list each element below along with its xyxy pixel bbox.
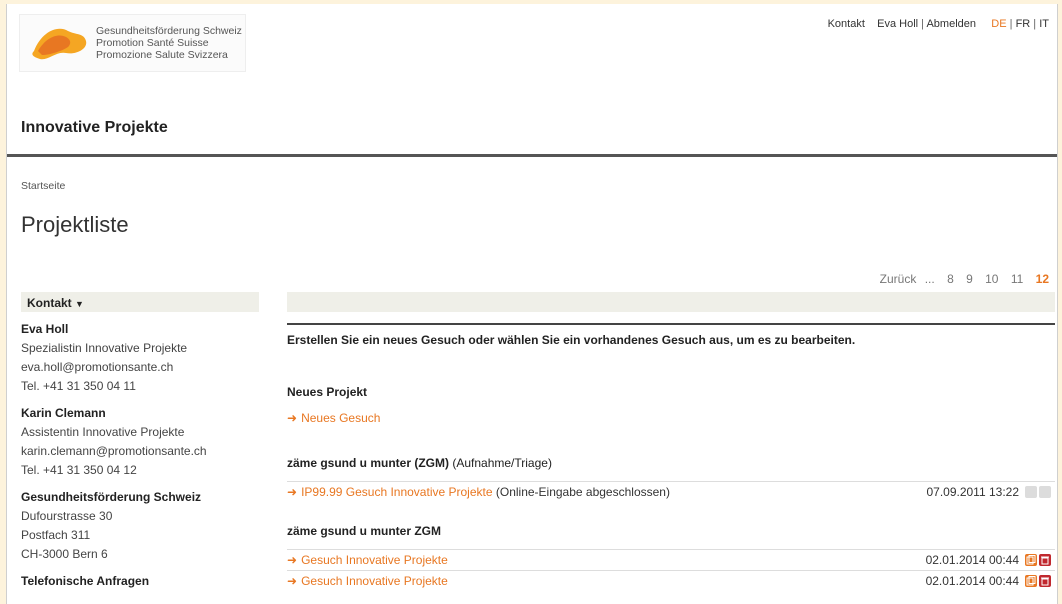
request-date: 02.01.2014 00:44 bbox=[925, 553, 1019, 567]
contact-role: Assistentin Innovative Projekte bbox=[21, 425, 185, 439]
request-row: ➜ IP99.99 Gesuch Innovative Projekte (Onl… bbox=[287, 481, 1055, 502]
copy-icon[interactable] bbox=[1025, 575, 1037, 587]
org-po-box: Postfach 311 bbox=[21, 528, 91, 542]
contact-phone: Tel. +41 31 350 04 12 bbox=[21, 463, 137, 477]
intro-text: Erstellen Sie ein neues Gesuch oder wähl… bbox=[287, 323, 1055, 347]
project-list-panel: Erstellen Sie ein neues Gesuch oder wähl… bbox=[287, 292, 1055, 591]
phone-inquiries-title: Telefonische Anfragen bbox=[21, 574, 150, 588]
arrow-right-icon: ➜ bbox=[287, 411, 298, 425]
logo-text: Gesundheitsförderung Schweiz Promotion S… bbox=[96, 25, 242, 61]
user-name: Eva Holl bbox=[877, 18, 919, 30]
trash-icon[interactable] bbox=[1039, 575, 1051, 587]
app-title: Innovative Projekte bbox=[21, 119, 168, 136]
contact-role: Spezialistin Innovative Projekte bbox=[21, 341, 188, 355]
request-date: 02.01.2014 00:44 bbox=[925, 574, 1019, 588]
request-link[interactable]: Gesuch Innovative Projekte bbox=[301, 574, 448, 588]
group-name: zäme gsund u munter (ZGM) bbox=[287, 456, 449, 470]
logo-icon bbox=[32, 28, 87, 60]
logout-link[interactable]: Abmelden bbox=[926, 18, 976, 30]
contact-name: Eva Holl bbox=[21, 322, 69, 336]
contact-person: Eva Holl Spezialistin Innovative Projekt… bbox=[21, 320, 259, 396]
top-links: Kontakt Eva Holl | Abmelden DE | FR | IT bbox=[828, 18, 1049, 30]
pager-page[interactable]: 10 bbox=[985, 272, 998, 286]
org-street: Dufourstrasse 30 bbox=[21, 509, 113, 523]
contact-email[interactable]: eva.holl@promotionsante.ch bbox=[21, 358, 259, 377]
lang-de-link[interactable]: DE bbox=[991, 18, 1006, 30]
header: Gesundheitsförderung Schweiz Promotion S… bbox=[7, 4, 1057, 157]
contact-person: Karin Clemann Assistentin Innovative Pro… bbox=[21, 404, 259, 480]
breadcrumb-home[interactable]: Startseite bbox=[21, 180, 65, 192]
phone-inquiries: Telefonische Anfragen bbox=[21, 572, 259, 591]
contact-phone: Tel. +41 31 350 04 11 bbox=[21, 379, 136, 393]
trash-icon bbox=[1039, 486, 1051, 498]
trash-icon[interactable] bbox=[1039, 554, 1051, 566]
pagination: Zurück ... 8 9 10 11 12 bbox=[871, 272, 1049, 286]
arrow-right-icon: ➜ bbox=[287, 553, 298, 567]
pager-page[interactable]: 8 bbox=[947, 272, 954, 286]
logo[interactable]: Gesundheitsförderung Schweiz Promotion S… bbox=[19, 14, 246, 72]
page-frame: Gesundheitsförderung Schweiz Promotion S… bbox=[6, 4, 1058, 604]
pager-page[interactable]: 11 bbox=[1011, 272, 1023, 286]
group-title: zäme gsund u munter ZGM bbox=[287, 524, 442, 538]
separator: | bbox=[921, 18, 925, 30]
new-request-link[interactable]: ➜ Neues Gesuch bbox=[287, 411, 1055, 425]
pager-current-page: 12 bbox=[1035, 272, 1049, 286]
page-title: Projektliste bbox=[21, 212, 129, 237]
contact-panel: Kontakt ▼ Eva Holl Spezialistin Innovati… bbox=[21, 292, 259, 591]
org-name: Gesundheitsförderung Schweiz bbox=[21, 490, 202, 504]
request-status: (Online-Eingabe abgeschlossen) bbox=[495, 485, 670, 499]
lang-fr-link[interactable]: FR bbox=[1016, 18, 1031, 30]
pager-ellipsis: ... bbox=[924, 272, 935, 286]
arrow-right-icon: ➜ bbox=[287, 574, 298, 588]
pager-page[interactable]: 9 bbox=[966, 272, 973, 286]
copy-icon bbox=[1025, 486, 1037, 498]
main-header-bar bbox=[287, 292, 1055, 312]
lang-it-link[interactable]: IT bbox=[1039, 18, 1049, 30]
contact-link[interactable]: Kontakt bbox=[828, 18, 865, 30]
logo-line-fr: Promotion Santé Suisse bbox=[96, 37, 209, 49]
group-subtitle: (Aufnahme/Triage) bbox=[452, 456, 552, 470]
logo-line-it: Promozione Salute Svizzera bbox=[96, 49, 228, 61]
request-link[interactable]: IP99.99 Gesuch Innovative Projekte bbox=[301, 485, 492, 499]
arrow-right-icon: ➜ bbox=[287, 485, 298, 499]
request-date: 07.09.2011 13:22 bbox=[926, 485, 1019, 499]
request-row: ➜ Gesuch Innovative Projekte 02.01.2014 0… bbox=[287, 570, 1055, 591]
caret-down-icon: ▼ bbox=[75, 299, 84, 309]
separator: | bbox=[1033, 18, 1037, 30]
request-link[interactable]: Gesuch Innovative Projekte bbox=[301, 553, 448, 567]
request-row: ➜ Gesuch Innovative Projekte 02.01.2014 0… bbox=[287, 549, 1055, 570]
organization-address: Gesundheitsförderung Schweiz Dufourstras… bbox=[21, 488, 259, 564]
contact-dropdown[interactable]: Kontakt ▼ bbox=[21, 292, 259, 312]
new-project-title: Neues Projekt bbox=[287, 385, 368, 399]
org-city: CH-3000 Bern 6 bbox=[21, 547, 108, 561]
contact-header-label: Kontakt bbox=[27, 296, 72, 310]
contact-email[interactable]: karin.clemann@promotionsante.ch bbox=[21, 442, 259, 461]
copy-icon[interactable] bbox=[1025, 554, 1037, 566]
logo-line-de: Gesundheitsförderung Schweiz bbox=[96, 25, 242, 37]
new-request-label: Neues Gesuch bbox=[301, 411, 381, 425]
separator: | bbox=[1009, 18, 1013, 30]
group-title: zäme gsund u munter (ZGM) (Aufnahme/Tria… bbox=[287, 456, 1055, 470]
contact-name: Karin Clemann bbox=[21, 406, 106, 420]
pager-back[interactable]: Zurück bbox=[880, 272, 917, 286]
